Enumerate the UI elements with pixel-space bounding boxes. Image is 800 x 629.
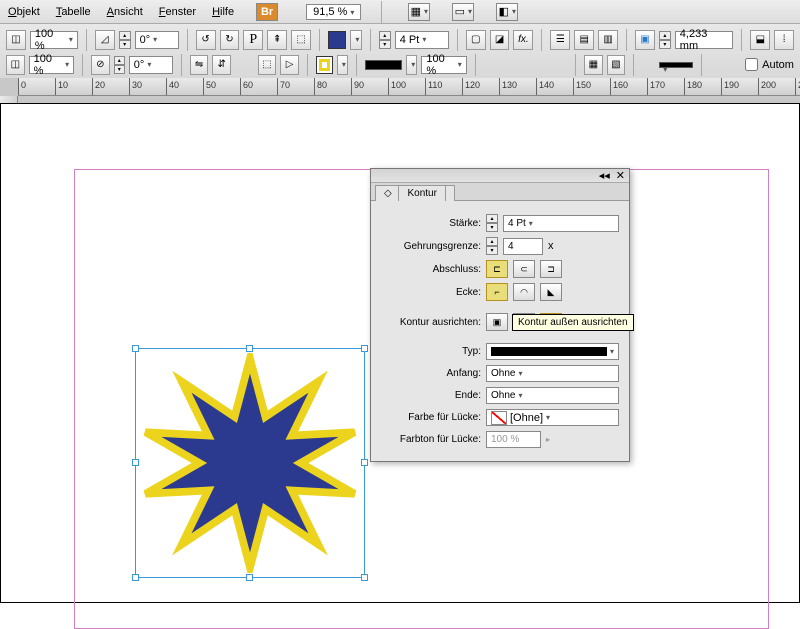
label-ende: Ende: bbox=[381, 390, 481, 401]
flip-h-icon[interactable]: ⇋ bbox=[190, 55, 209, 75]
label-gehrung: Gehrungsgrenze: bbox=[381, 241, 481, 252]
anfang-field[interactable]: Ohne bbox=[486, 365, 619, 382]
label-ausrichten: Kontur ausrichten: bbox=[381, 317, 481, 328]
collapse-icon[interactable]: ◂◂ bbox=[599, 169, 610, 182]
panel-tab-kontur[interactable]: ◇ Kontur bbox=[375, 185, 455, 201]
menu-fenster[interactable]: Fenster bbox=[159, 6, 196, 18]
farbton-field: 100 % bbox=[486, 431, 541, 448]
canvas-area: 0102030405060708090100110120130140150160… bbox=[0, 78, 800, 600]
handle-tl[interactable] bbox=[132, 345, 139, 352]
stroke-style-preview[interactable] bbox=[365, 60, 402, 70]
rotate-icon: ⊘ bbox=[91, 55, 110, 75]
stroke-tint-field[interactable]: 100 % bbox=[421, 56, 466, 74]
fill-swatch[interactable] bbox=[328, 31, 346, 49]
rotate-field[interactable]: 0° bbox=[129, 56, 173, 74]
link-icon[interactable]: ⁞ bbox=[774, 30, 794, 50]
farbe-field[interactable]: [Ohne] bbox=[486, 409, 619, 426]
tooltip: Kontur außen ausrichten bbox=[512, 314, 634, 331]
dim-spinner[interactable]: ▴▾ bbox=[659, 31, 671, 49]
label-farbe: Farbe für Lücke: bbox=[381, 412, 481, 423]
stroke-weight-field[interactable]: 4 Pt bbox=[395, 31, 449, 49]
label-anfang: Anfang: bbox=[381, 368, 481, 379]
handle-br[interactable] bbox=[361, 574, 368, 581]
gehrung-suffix: x bbox=[548, 240, 554, 252]
stroke-dropdown[interactable] bbox=[337, 55, 348, 75]
panel-titlebar[interactable]: ◂◂ ✕ bbox=[371, 169, 629, 183]
flip-v-icon[interactable]: ⇵ bbox=[212, 55, 231, 75]
close-icon[interactable]: ✕ bbox=[616, 169, 625, 182]
star-shape[interactable] bbox=[140, 353, 360, 573]
fill-dropdown[interactable] bbox=[350, 30, 362, 50]
shear-icon: ◿ bbox=[95, 30, 115, 50]
stroke-swatch[interactable] bbox=[316, 56, 333, 74]
label-staerke: Stärke: bbox=[381, 218, 481, 229]
stroke-opacity-field[interactable]: 100 % bbox=[29, 56, 74, 74]
select-content-icon[interactable]: ⬚ bbox=[258, 55, 277, 75]
select-container-icon[interactable]: ⬚ bbox=[291, 30, 311, 50]
handle-bl[interactable] bbox=[132, 574, 139, 581]
rotate-cw-icon[interactable]: ↻ bbox=[220, 30, 240, 50]
select-next-icon[interactable]: ▷ bbox=[280, 55, 299, 75]
autom-checkbox[interactable] bbox=[745, 58, 758, 71]
zoom-field[interactable]: 91,5 % bbox=[306, 4, 361, 20]
autom-label: Autom bbox=[762, 59, 794, 71]
dim-field[interactable]: 4,233 mm bbox=[675, 31, 734, 49]
bridge-button[interactable]: Br bbox=[256, 3, 278, 21]
menu-objekt[interactable]: Objekt bbox=[8, 6, 40, 18]
corner-options-icon[interactable]: ⬓ bbox=[750, 30, 770, 50]
ruler-horizontal: 0102030405060708090100110120130140150160… bbox=[18, 78, 800, 96]
rotate-spinner[interactable]: ▴▾ bbox=[114, 56, 125, 74]
staerke-field[interactable]: 4 Pt bbox=[503, 215, 619, 232]
effects-1[interactable]: ▢ bbox=[466, 30, 486, 50]
label-farbton: Farbton für Lücke: bbox=[381, 434, 481, 445]
opacity-icon-2: ◫ bbox=[6, 55, 25, 75]
wrap-1[interactable]: ☰ bbox=[550, 30, 570, 50]
fx-button[interactable]: fx. bbox=[513, 30, 533, 50]
view-options-1[interactable]: ▦ bbox=[408, 3, 430, 21]
label-ecke: Ecke: bbox=[381, 287, 481, 298]
menu-hilfe[interactable]: Hilfe bbox=[212, 6, 234, 18]
view-options-2[interactable]: ▭ bbox=[452, 3, 474, 21]
wrap-3[interactable]: ▥ bbox=[598, 30, 618, 50]
ende-field[interactable]: Ohne bbox=[486, 387, 619, 404]
handle-tc[interactable] bbox=[246, 345, 253, 352]
wrap-4[interactable]: ▦ bbox=[584, 55, 603, 75]
staerke-spinner[interactable]: ▴▾ bbox=[486, 214, 498, 232]
typ-field[interactable] bbox=[486, 343, 619, 360]
stroke-style-dropdown[interactable] bbox=[406, 55, 417, 75]
view-options-3[interactable]: ◧ bbox=[496, 3, 518, 21]
effects-2[interactable]: ◪ bbox=[490, 30, 510, 50]
menu-tabelle[interactable]: Tabelle bbox=[56, 6, 91, 18]
shear-spinner[interactable]: ▴▾ bbox=[119, 31, 131, 49]
wrap-2[interactable]: ▤ bbox=[574, 30, 594, 50]
cap-round[interactable]: ⊂ bbox=[513, 260, 535, 278]
handle-bc[interactable] bbox=[246, 574, 253, 581]
menu-bar: Objekt Tabelle Ansicht Fenster Hilfe Br … bbox=[0, 0, 800, 24]
gehrung-spinner[interactable]: ▴▾ bbox=[486, 237, 498, 255]
menu-ansicht[interactable]: Ansicht bbox=[107, 6, 143, 18]
fill-opacity-field[interactable]: 100 % bbox=[30, 31, 78, 49]
handle-tr[interactable] bbox=[361, 345, 368, 352]
label-typ: Typ: bbox=[381, 346, 481, 357]
stroke-type-2[interactable] bbox=[659, 62, 693, 68]
cap-projecting[interactable]: ⊐ bbox=[540, 260, 562, 278]
shear-field[interactable]: 0° bbox=[135, 31, 179, 49]
hierarchy-icon[interactable]: ⇞ bbox=[267, 30, 287, 50]
frame-fitting-icon[interactable]: ▣ bbox=[635, 30, 655, 50]
label-abschluss: Abschluss: bbox=[381, 264, 481, 275]
wrap-5[interactable]: ▧ bbox=[607, 55, 626, 75]
rotate-ccw-icon[interactable]: ↺ bbox=[196, 30, 216, 50]
opacity-icon: ◫ bbox=[6, 30, 26, 50]
join-round[interactable]: ◠ bbox=[513, 283, 535, 301]
handle-ml[interactable] bbox=[132, 459, 139, 466]
cap-butt[interactable]: ⊏ bbox=[486, 260, 508, 278]
join-miter[interactable]: ⌐ bbox=[486, 283, 508, 301]
join-bevel[interactable]: ◣ bbox=[540, 283, 562, 301]
align-center[interactable]: ▣ bbox=[486, 313, 508, 331]
stroke-weight-spinner[interactable]: ▴▾ bbox=[379, 31, 391, 49]
gehrung-field[interactable]: 4 bbox=[503, 238, 543, 255]
paragraph-icon[interactable]: P bbox=[243, 30, 263, 50]
handle-mr[interactable] bbox=[361, 459, 368, 466]
control-panel: ◫ 100 % ◿ ▴▾ 0° ↺ ↻ P ⇞ ⬚ ▴▾ 4 Pt ▢ ◪ fx… bbox=[0, 24, 800, 81]
